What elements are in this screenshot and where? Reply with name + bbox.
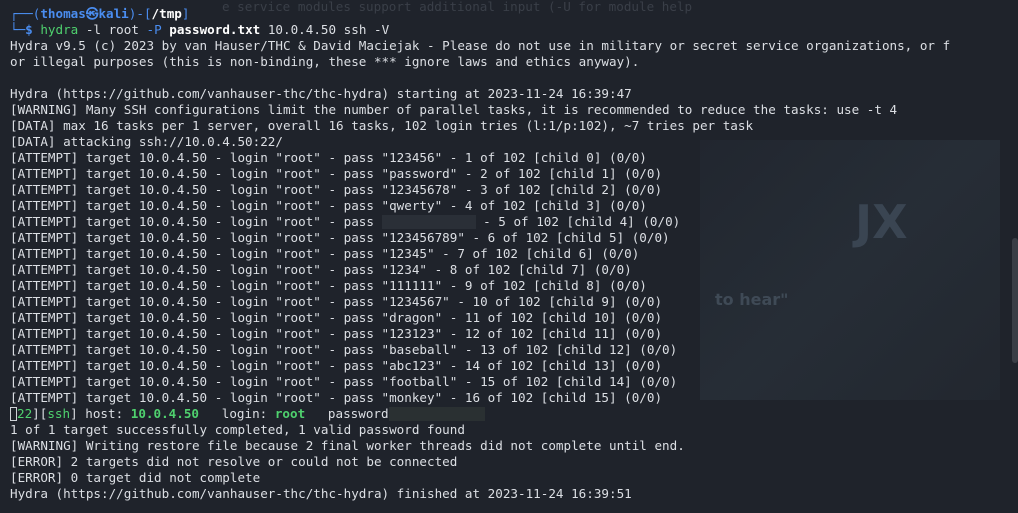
output-line: [ERROR] 0 target did not complete [10, 470, 261, 485]
result-host-label: host: [77, 406, 131, 421]
output-line: [ERROR] 2 targets did not resolve or cou… [10, 454, 458, 469]
attempt-line: [ATTEMPT] target 10.0.4.50 - login "root… [10, 246, 640, 261]
prompt-host: kali [98, 6, 129, 21]
attempt-prefix: [ATTEMPT] target 10.0.4.50 - login "root… [10, 214, 382, 229]
attempt-line: [ATTEMPT] target 10.0.4.50 - login "root… [10, 150, 647, 165]
result-line: 22][ssh] host: 10.0.4.50 login: root pas… [0, 406, 1010, 422]
command-line: └─$ hydra -l root -P password.txt 10.0.4… [0, 22, 1010, 38]
attempt-line: [ATTEMPT] target 10.0.4.50 - login "root… [10, 230, 670, 245]
attempt-line: [ATTEMPT] target 10.0.4.50 - login "root… [10, 278, 647, 293]
prompt-at: ㉿ [85, 6, 99, 21]
prompt-end: ] [181, 6, 190, 21]
terminal-scrollbar[interactable] [1012, 238, 1018, 363]
result-login-label: login: [199, 406, 275, 421]
attempt-line: [ATTEMPT] target 10.0.4.50 - login "root… [10, 390, 663, 405]
output-line: [DATA] attacking ssh://10.0.4.50:22/ [10, 134, 283, 149]
output-line: or illegal purposes (this is non-binding… [10, 54, 640, 69]
attempt-line: [ATTEMPT] target 10.0.4.50 - login "root… [10, 166, 663, 181]
output-line: [WARNING] Many SSH configurations limit … [10, 102, 898, 117]
output-line: Hydra v9.5 (c) 2023 by van Hauser/THC & … [10, 38, 951, 53]
attempt-suffix: - 5 of 102 [child 4] (0/0) [475, 214, 681, 229]
prompt-corner: ┌──( [10, 6, 41, 21]
prompt-line: ┌──(thomas㉿kali)-[/tmp] [0, 6, 1010, 22]
header-block: Hydra v9.5 (c) 2023 by van Hauser/THC & … [0, 38, 1010, 150]
output-line: [DATA] max 16 tasks per 1 server, overal… [10, 118, 754, 133]
prompt-corner-2: └─ [10, 22, 26, 37]
text-cursor [10, 407, 17, 421]
output-line: Hydra (https://github.com/vanhauser-thc/… [10, 86, 632, 101]
output-line: [WARNING] Writing restore file because 2… [10, 438, 685, 453]
command-flag-p: -P [146, 22, 170, 37]
attempt-line: [ATTEMPT] target 10.0.4.50 - login "root… [10, 310, 663, 325]
redacted-password [388, 407, 485, 421]
result-login: root [274, 406, 306, 421]
prompt-user: thomas [40, 6, 86, 21]
prompt-path: /tmp [151, 6, 182, 21]
attempt-line: [ATTEMPT] target 10.0.4.50 - login "root… [10, 358, 663, 373]
output-line: Hydra (https://github.com/vanhauser-thc/… [10, 486, 632, 501]
result-password-label: password [305, 406, 389, 421]
attempt-line: [ATTEMPT] target 10.0.4.50 - login "root… [10, 326, 663, 341]
prompt-dollar: $ [25, 22, 41, 37]
attempt-line: [ATTEMPT] target 10.0.4.50 - login "root… [10, 342, 678, 357]
result-bracket-close: ] [70, 406, 78, 421]
redacted-password [381, 215, 476, 229]
attempt-line: [ATTEMPT] target 10.0.4.50 - login "root… [10, 262, 632, 277]
attempt-block: [ATTEMPT] target 10.0.4.50 - login "root… [0, 150, 1010, 406]
attempt-line: [ATTEMPT] target 10.0.4.50 - login "root… [0, 214, 1010, 230]
attempt-line: [ATTEMPT] target 10.0.4.50 - login "root… [10, 294, 663, 309]
command-rest: 10.0.4.50 ssh -V [260, 22, 390, 37]
result-bracket-mid: ][ [32, 406, 48, 421]
attempt-line: [ATTEMPT] target 10.0.4.50 - login "root… [10, 182, 663, 197]
result-port: 22 [17, 406, 33, 421]
footer-block: 1 of 1 target successfully completed, 1 … [0, 422, 1010, 502]
attempt-line: [ATTEMPT] target 10.0.4.50 - login "root… [10, 374, 678, 389]
output-line: 1 of 1 target successfully completed, 1 … [10, 422, 465, 437]
command-arg-login: -l root [78, 22, 147, 37]
command-name: hydra [40, 22, 79, 37]
terminal-output[interactable]: ┌──(thomas㉿kali)-[/tmp] └─$ hydra -l roo… [0, 6, 1010, 502]
result-host: 10.0.4.50 [130, 406, 200, 421]
attempt-line: [ATTEMPT] target 10.0.4.50 - login "root… [10, 198, 647, 213]
prompt-mid: )-[ [128, 6, 152, 21]
command-file: password.txt [169, 22, 261, 37]
result-service: ssh [47, 406, 71, 421]
